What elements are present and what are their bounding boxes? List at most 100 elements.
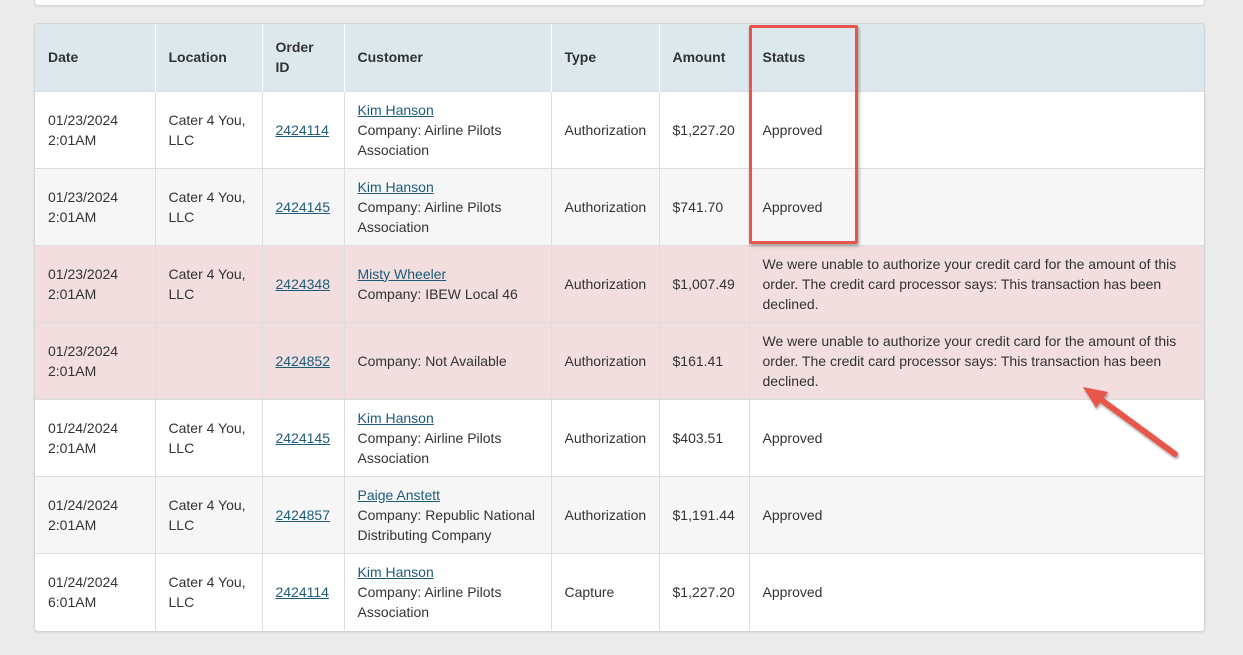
company-text-line1: Company: Republic National (357, 506, 535, 523)
table-row: 01/24/2024 6:01AM Cater 4 You, LLC 2424114 Ki… (35, 553, 1204, 630)
cell-type: Authorization (551, 322, 660, 399)
location-text-line2: LLC (168, 131, 195, 148)
cell-location: Cater 4 You, LLC (155, 553, 263, 630)
cell-date: 01/24/2024 2:01AM (35, 399, 156, 476)
date-text: 01/24/2024 (48, 573, 119, 590)
date-text: 01/24/2024 (48, 419, 119, 436)
order-id-link[interactable]: 2424145 (276, 199, 331, 215)
time-text: 2:01AM (48, 362, 97, 379)
cell-location: Cater 4 You, LLC (155, 399, 263, 476)
date-text: 01/23/2024 (48, 111, 119, 128)
cell-amount: $161.41 (659, 322, 750, 399)
cell-order-id: 2424114 (262, 91, 345, 168)
cell-order-id: 2424857 (262, 476, 345, 553)
location-text-line1: Cater 4 You, (168, 188, 246, 205)
company-text-line2: Association (357, 449, 430, 466)
company-text-line1: Company: Airline Pilots (357, 429, 502, 446)
cell-status: Approved (762, 506, 823, 523)
cell-type: Authorization (551, 168, 660, 245)
order-id-link[interactable]: 2424348 (276, 276, 331, 292)
cell-amount: $1,007.49 (659, 245, 750, 322)
cell-customer: Kim Hanson Company: Airline Pilots Associa… (344, 399, 552, 476)
column-header-date[interactable]: Date (35, 24, 156, 91)
table-row: 01/24/2024 2:01AM Cater 4 You, LLC 2424145 Ki… (35, 399, 1204, 476)
cell-location: Cater 4 You, LLC (155, 168, 263, 245)
column-header-location[interactable]: Location (155, 24, 263, 91)
transactions-table-panel: Date Location Order ID Customer Type Amou… (34, 23, 1205, 632)
order-id-link[interactable]: 2424857 (276, 507, 331, 523)
table-row: 01/24/2024 2:01AM Cater 4 You, LLC 2424857 Pa… (35, 476, 1204, 553)
table-header-row: Date Location Order ID Customer Type Amou… (35, 24, 1204, 91)
date-text: 01/23/2024 (48, 265, 119, 282)
time-text: 2:01AM (48, 285, 97, 302)
company-text-line1: Company: Airline Pilots (357, 583, 502, 600)
table-row: 01/23/2024 2:01AM Cater 4 You, LLC 2424348 Mi… (35, 245, 1204, 322)
order-id-link[interactable]: 2424114 (276, 584, 329, 600)
location-text-line1: Cater 4 You, (168, 573, 246, 590)
cell-date: 01/23/2024 2:01AM (35, 168, 156, 245)
location-text-line2: LLC (168, 439, 195, 456)
column-header-amount[interactable]: Amount (659, 24, 750, 91)
cell-type: Capture (551, 553, 660, 630)
company-text-line1: Company: IBEW Local 46 (357, 285, 518, 302)
cell-customer: Kim Hanson Company: Airline Pilots Associa… (344, 91, 552, 168)
cell-order-id: 2424852 (262, 322, 345, 399)
customer-name-link[interactable]: Paige Anstett (358, 487, 441, 503)
company-text-line2: Association (357, 141, 430, 158)
company-text-line1: Company: Airline Pilots (357, 198, 502, 215)
table-row: 01/23/2024 2:01AM Cater 4 You, LLC 2424114 Ki… (35, 91, 1204, 168)
time-text: 2:01AM (48, 208, 97, 225)
location-text-line2: LLC (168, 285, 195, 302)
column-header-status[interactable]: Status (749, 24, 1204, 91)
company-text-line1: Company: Not Available (357, 352, 507, 369)
company-text-line1: Company: Airline Pilots (357, 121, 502, 138)
customer-name-link[interactable]: Kim Hanson (358, 410, 434, 426)
column-header-order-id[interactable]: Order ID (262, 24, 345, 91)
cell-amount: $1,227.20 (659, 553, 750, 630)
cell-order-id: 2424145 (262, 168, 345, 245)
cell-amount: $741.70 (659, 168, 750, 245)
table-row: 01/23/2024 2:01AM 2424852 Company: Not Avai… (35, 322, 1204, 399)
cell-date: 01/23/2024 2:01AM (35, 91, 156, 168)
cell-date: 01/23/2024 2:01AM (35, 322, 156, 399)
cell-customer: Misty Wheeler Company: IBEW Local 46 (344, 245, 552, 322)
customer-name-link[interactable]: Kim Hanson (358, 179, 434, 195)
location-text-line2: LLC (168, 208, 195, 225)
customer-name-link[interactable]: Kim Hanson (358, 564, 434, 580)
company-text-line2: Association (357, 218, 430, 235)
time-text: 2:01AM (48, 131, 97, 148)
cell-status: We were unable to authorize your credit … (762, 332, 1177, 389)
column-header-order-id-line1: Order (275, 39, 314, 56)
cell-status: Approved (762, 198, 823, 215)
location-text-line1: Cater 4 You, (168, 111, 246, 128)
cell-location: Cater 4 You, LLC (155, 245, 263, 322)
column-header-order-id-line2: ID (275, 59, 290, 76)
date-text: 01/23/2024 (48, 342, 119, 359)
company-text-line2: Distributing Company (357, 526, 492, 543)
time-text: 2:01AM (48, 516, 97, 533)
cell-location: Cater 4 You, LLC (155, 476, 263, 553)
cell-amount: $403.51 (659, 399, 750, 476)
location-text-line1: Cater 4 You, (168, 496, 246, 513)
order-id-link[interactable]: 2424852 (276, 353, 331, 369)
customer-name-link[interactable]: Misty Wheeler (358, 266, 447, 282)
cell-date: 01/24/2024 2:01AM (35, 476, 156, 553)
customer-name-link[interactable]: Kim Hanson (358, 102, 434, 118)
column-header-customer[interactable]: Customer (344, 24, 552, 91)
company-text-line2: Association (357, 603, 430, 620)
cell-date: 01/23/2024 2:01AM (35, 245, 156, 322)
time-text: 2:01AM (48, 439, 97, 456)
cell-order-id: 2424145 (262, 399, 345, 476)
cell-location (155, 322, 263, 399)
cell-customer: Kim Hanson Company: Airline Pilots Associa… (344, 553, 552, 630)
location-text-line2: LLC (168, 593, 195, 610)
column-header-type[interactable]: Type (551, 24, 660, 91)
cell-customer: Company: Not Available (344, 322, 552, 399)
cell-date: 01/24/2024 6:01AM (35, 553, 156, 630)
order-id-link[interactable]: 2424114 (276, 122, 329, 138)
order-id-link[interactable]: 2424145 (276, 430, 331, 446)
cell-status: Approved (762, 583, 823, 600)
cell-type: Authorization (551, 399, 660, 476)
table-row: 01/23/2024 2:01AM Cater 4 You, LLC 2424145 Ki… (35, 168, 1204, 245)
cell-customer: Kim Hanson Company: Airline Pilots Associa… (344, 168, 552, 245)
